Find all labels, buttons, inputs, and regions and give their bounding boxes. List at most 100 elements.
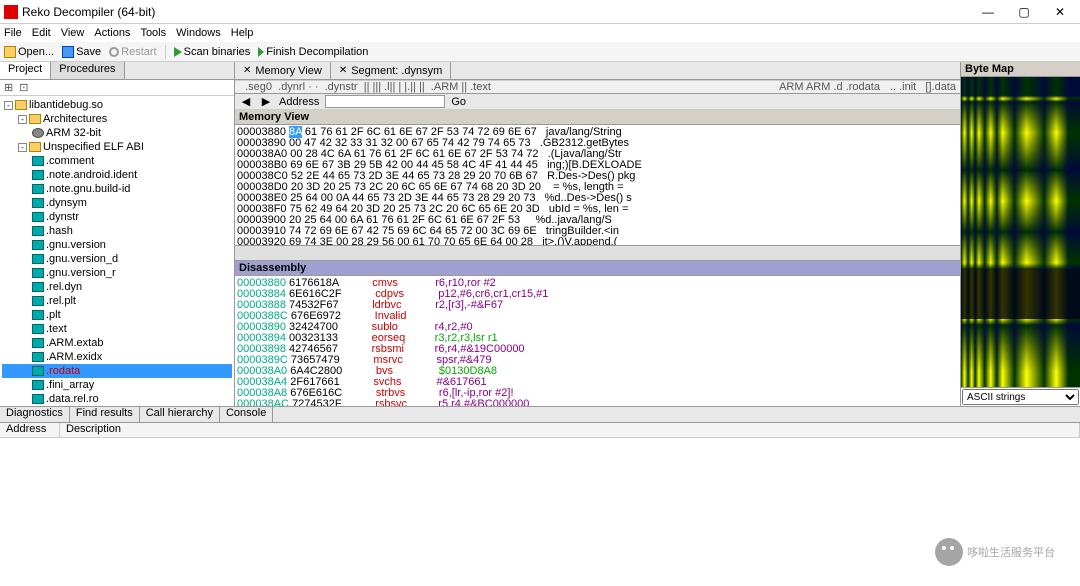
tree-node--rel-dyn[interactable]: .rel.dyn bbox=[2, 280, 232, 294]
tree-node-architectures[interactable]: -Architectures bbox=[2, 112, 232, 126]
tree-node--text[interactable]: .text bbox=[2, 322, 232, 336]
restart-icon bbox=[109, 47, 119, 57]
menu-help[interactable]: Help bbox=[231, 27, 254, 39]
tree-tool-icon[interactable]: ⊡ bbox=[19, 81, 28, 94]
save-button[interactable]: Save bbox=[62, 46, 101, 58]
bottom-tab-console[interactable]: Console bbox=[220, 407, 273, 422]
tab-project[interactable]: Project bbox=[0, 62, 51, 79]
seg-icon bbox=[32, 338, 44, 348]
toolbar: Open... Save Restart Scan binaries Finis… bbox=[0, 42, 1080, 62]
tree-tool-icon[interactable]: ⊞ bbox=[4, 81, 13, 94]
nav-forward-button[interactable]: ▶ bbox=[259, 95, 273, 108]
bottom-tab-call-hierarchy[interactable]: Call hierarchy bbox=[140, 407, 220, 422]
byte-map-control: ASCII strings bbox=[961, 387, 1080, 406]
bottom-tabs: DiagnosticsFind resultsCall hierarchyCon… bbox=[0, 407, 1080, 423]
seg-icon bbox=[32, 198, 44, 208]
tree-label: .fini_array bbox=[46, 379, 94, 391]
tree-label: .text bbox=[46, 323, 67, 335]
tree-node-unspecified-elf-abi[interactable]: -Unspecified ELF ABI bbox=[2, 140, 232, 154]
disassembly-header: Disassembly bbox=[235, 261, 960, 276]
bottom-columns: Address Description bbox=[0, 423, 1080, 438]
tree-label: .dynsym bbox=[46, 197, 87, 209]
tree-node-libantidebug-so[interactable]: -libantidebug.so bbox=[2, 98, 232, 112]
byte-map-mode-select[interactable]: ASCII strings bbox=[962, 389, 1079, 405]
seg-icon bbox=[32, 226, 44, 236]
seg-icon bbox=[32, 324, 44, 334]
app-icon bbox=[4, 5, 18, 19]
menu-windows[interactable]: Windows bbox=[176, 27, 221, 39]
center-tab-0[interactable]: ✕Memory View bbox=[235, 62, 331, 79]
tree-node--fini-array[interactable]: .fini_array bbox=[2, 378, 232, 392]
tree-label: .comment bbox=[46, 155, 94, 167]
seg-icon bbox=[32, 212, 44, 222]
tree-node--gnu-version-r[interactable]: .gnu.version_r bbox=[2, 266, 232, 280]
project-tree[interactable]: -libantidebug.so-ArchitecturesARM 32-bit… bbox=[0, 96, 234, 406]
project-pane: Project Procedures ⊞ ⊡ -libantidebug.so-… bbox=[0, 62, 235, 406]
tree-node-arm-32-bit[interactable]: ARM 32-bit bbox=[2, 126, 232, 140]
menu-tools[interactable]: Tools bbox=[140, 27, 166, 39]
go-button[interactable]: Go bbox=[451, 96, 466, 108]
toggle-icon[interactable]: - bbox=[18, 115, 27, 124]
seg-icon bbox=[32, 296, 44, 306]
nav-back-button[interactable]: ◀ bbox=[239, 95, 253, 108]
tree-node--arm-extab[interactable]: .ARM.extab bbox=[2, 336, 232, 350]
tab-procedures[interactable]: Procedures bbox=[51, 62, 124, 79]
bottom-tab-diagnostics[interactable]: Diagnostics bbox=[0, 407, 70, 422]
play-icon bbox=[174, 47, 182, 57]
memory-row[interactable]: 00003920 69 74 3E 00 28 29 56 00 61 70 7… bbox=[237, 237, 958, 245]
disasm-row[interactable]: 000038AC 7274532F rsbsvc r5,r4,#&BC00000… bbox=[237, 399, 958, 406]
menu-actions[interactable]: Actions bbox=[94, 27, 130, 39]
open-button[interactable]: Open... bbox=[4, 46, 54, 58]
center-tab-1[interactable]: ✕Segment: .dynsym bbox=[331, 62, 451, 79]
menu-view[interactable]: View bbox=[61, 27, 85, 39]
tree-label: .note.android.ident bbox=[46, 169, 137, 181]
wechat-icon bbox=[935, 538, 963, 566]
disassembly-view[interactable]: 00003880 6176618A cmvs r6,r10,ror #20000… bbox=[235, 276, 960, 406]
scan-binaries-button[interactable]: Scan binaries bbox=[174, 46, 251, 58]
tree-node--plt[interactable]: .plt bbox=[2, 308, 232, 322]
menu-bar: File Edit View Actions Tools Windows Help bbox=[0, 24, 1080, 42]
toggle-icon[interactable]: - bbox=[4, 101, 13, 110]
tree-node--dynstr[interactable]: .dynstr bbox=[2, 210, 232, 224]
tree-node--rodata[interactable]: .rodata bbox=[2, 364, 232, 378]
tree-node--gnu-version[interactable]: .gnu.version bbox=[2, 238, 232, 252]
maximize-button[interactable]: ▢ bbox=[1008, 2, 1040, 22]
bottom-tab-find-results[interactable]: Find results bbox=[70, 407, 140, 422]
tree-node--dynsym[interactable]: .dynsym bbox=[2, 196, 232, 210]
tree-label: .plt bbox=[46, 309, 61, 321]
open-icon bbox=[4, 46, 16, 58]
byte-map[interactable] bbox=[961, 77, 1080, 387]
tree-label: .rel.dyn bbox=[46, 281, 82, 293]
bottom-body: 哆啦生活服务平台 bbox=[0, 438, 1080, 586]
close-tab-icon[interactable]: ✕ bbox=[243, 65, 251, 76]
tree-node--arm-exidx[interactable]: .ARM.exidx bbox=[2, 350, 232, 364]
tree-label: ARM 32-bit bbox=[46, 127, 101, 139]
tree-node--data-rel-ro[interactable]: .data.rel.ro bbox=[2, 392, 232, 406]
separator bbox=[165, 45, 166, 59]
tree-node--note-gnu-build-id[interactable]: .note.gnu.build-id bbox=[2, 182, 232, 196]
close-button[interactable]: ✕ bbox=[1044, 2, 1076, 22]
toggle-icon[interactable]: - bbox=[18, 143, 27, 152]
close-tab-icon[interactable]: ✕ bbox=[339, 65, 347, 76]
main-area: Project Procedures ⊞ ⊡ -libantidebug.so-… bbox=[0, 62, 1080, 406]
restart-button[interactable]: Restart bbox=[109, 46, 156, 58]
seg-icon bbox=[32, 282, 44, 292]
tree-node--gnu-version-d[interactable]: .gnu.version_d bbox=[2, 252, 232, 266]
memory-view[interactable]: 00003880 8A 61 76 61 2F 6C 61 6E 67 2F 5… bbox=[235, 125, 960, 245]
tree-node--comment[interactable]: .comment bbox=[2, 154, 232, 168]
menu-file[interactable]: File bbox=[4, 27, 22, 39]
col-description[interactable]: Description bbox=[60, 423, 1080, 437]
minimize-button[interactable]: — bbox=[972, 2, 1004, 22]
tree-node--hash[interactable]: .hash bbox=[2, 224, 232, 238]
tree-label: .ARM.extab bbox=[46, 337, 103, 349]
tree-node--note-android-ident[interactable]: .note.android.ident bbox=[2, 168, 232, 182]
col-address[interactable]: Address bbox=[0, 423, 60, 437]
menu-edit[interactable]: Edit bbox=[32, 27, 51, 39]
tree-label: .note.gnu.build-id bbox=[46, 183, 130, 195]
address-input[interactable] bbox=[325, 95, 445, 108]
tree-node--rel-plt[interactable]: .rel.plt bbox=[2, 294, 232, 308]
address-label: Address bbox=[279, 96, 319, 108]
tree-label: .ARM.exidx bbox=[46, 351, 102, 363]
gear-icon bbox=[32, 128, 44, 138]
finish-decompilation-button[interactable]: Finish Decompilation bbox=[258, 46, 368, 58]
